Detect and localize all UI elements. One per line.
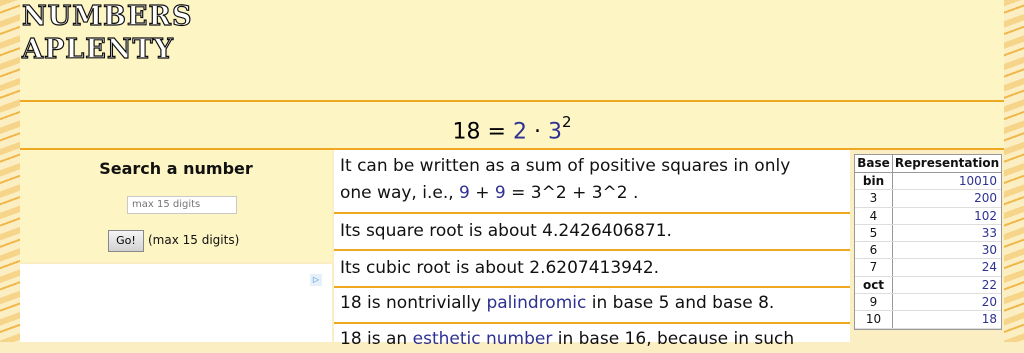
fact-divider <box>334 212 850 214</box>
square-9-link[interactable]: 9 <box>495 183 506 203</box>
fact-text: in base 5 and base 8. <box>586 293 775 313</box>
fact-line: It can be written as a sum of positive s… <box>340 156 791 176</box>
facts-list: It can be written as a sum of positive s… <box>334 150 850 349</box>
table-header: Base Representation <box>855 155 1001 173</box>
fact-text: + <box>469 183 495 203</box>
formula-exponent: 2 <box>561 113 572 131</box>
table-row: 10 18 <box>855 311 1001 329</box>
ad-area: ▷ <box>20 264 332 342</box>
fact-esthetic: 18 is an esthetic number in base 16, bec… <box>340 326 844 353</box>
fact-square-root: Its square root is about 4.2426406871. <box>340 221 672 241</box>
adchoices-icon[interactable]: ▷ <box>310 274 322 286</box>
decorative-left-border <box>0 0 20 342</box>
factor-3-link[interactable]: 3 <box>548 119 562 144</box>
table-row: 6 30 <box>855 242 1001 260</box>
header-base: Base <box>855 155 893 172</box>
square-9-link[interactable]: 9 <box>459 183 470 203</box>
fact-line: one way, i.e., 9 + 9 = 3^2 + 3^2 . <box>340 180 844 207</box>
fact-divider <box>334 249 850 251</box>
formula-dot: · <box>533 119 541 145</box>
table-row: 3 200 <box>855 190 1001 208</box>
formula-equals: = <box>487 119 506 145</box>
fact-divider <box>334 286 850 288</box>
fact-text: = 3^2 + 3^2 . <box>505 183 639 203</box>
search-title: Search a number <box>99 159 253 178</box>
fact-text: in base 16, because in such <box>552 329 795 349</box>
table-row: 9 20 <box>855 294 1001 312</box>
search-note: (max 15 digits) <box>148 233 240 247</box>
table-row: 4 102 <box>855 207 1001 225</box>
table-row: 7 24 <box>855 259 1001 277</box>
base-representation-table: Base Representation bin 10010 3 200 4 102 5… <box>854 154 1002 330</box>
logo-line-1: NUMBERS <box>21 0 193 32</box>
palindromic-link[interactable]: palindromic <box>486 293 586 313</box>
site-header: NUMBERS APLENTY <box>20 0 1004 100</box>
table-row: oct 22 <box>855 276 1001 295</box>
factor-2-link[interactable]: 2 <box>513 119 527 144</box>
fact-text: 18 is nontrivially <box>340 293 487 313</box>
go-button[interactable]: Go! <box>108 230 144 252</box>
search-panel: Search a number Go! (max 15 digits) <box>20 150 332 262</box>
esthetic-number-link[interactable]: esthetic number <box>413 329 553 349</box>
fact-text: one way, i.e., <box>340 183 460 203</box>
table-row: 5 33 <box>855 224 1001 243</box>
table-row: bin 10010 <box>855 173 1001 191</box>
header-representation: Representation <box>894 156 1000 170</box>
logo-line-2: APLENTY <box>21 33 174 65</box>
fact-sum-of-squares: It can be written as a sum of positive s… <box>340 153 844 207</box>
factorization-bar: 18 = 2 · 32 <box>20 102 1004 148</box>
fact-palindromic: 18 is nontrivially palindromic in base 5… <box>340 290 844 317</box>
fact-text: 18 is an <box>340 329 413 349</box>
site-logo[interactable]: NUMBERS APLENTY <box>21 0 193 66</box>
fact-divider <box>334 322 850 324</box>
decorative-right-border <box>1004 0 1024 342</box>
fact-cubic-root: Its cubic root is about 2.6207413942. <box>340 258 660 278</box>
formula-number: 18 <box>452 119 481 145</box>
search-input[interactable] <box>127 196 237 214</box>
